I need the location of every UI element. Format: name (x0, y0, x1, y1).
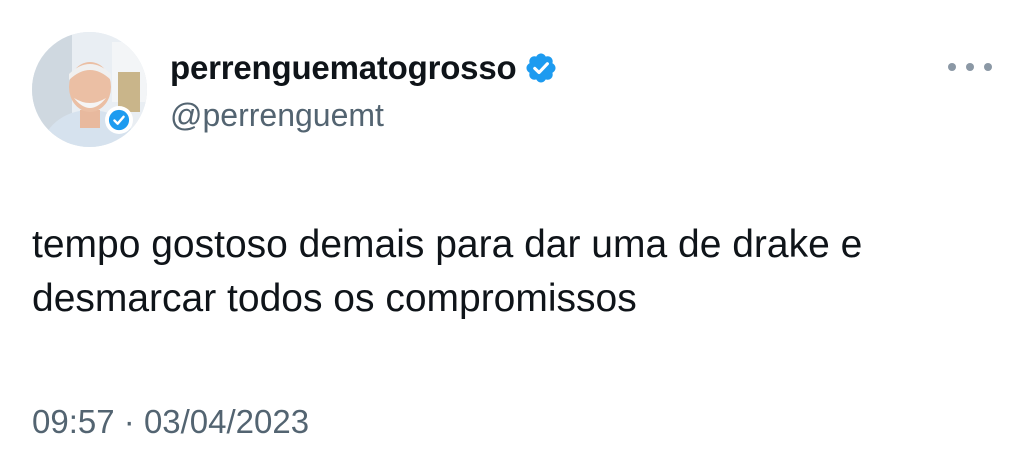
tweet-text-line: tempo gostoso demais para dar uma de dra… (32, 223, 863, 266)
display-name[interactable]: perrenguematogrosso (170, 46, 517, 90)
more-options-icon[interactable] (948, 55, 992, 79)
verified-badge-icon (524, 51, 558, 85)
tweet-text-line: desmarcar todos os compromissos (32, 277, 637, 320)
more-dot (984, 63, 992, 71)
more-dot (948, 63, 956, 71)
author-handle[interactable]: @perrenguemt (170, 95, 384, 135)
author-name-row[interactable]: perrenguematogrosso (170, 46, 558, 90)
more-dot (966, 63, 974, 71)
avatar-verified-icon (105, 106, 133, 134)
tweet-card: perrenguematogrosso @perrenguemt tempo g… (0, 0, 1024, 474)
tweet-date: 03/04/2023 (143, 403, 310, 440)
tweet-text: tempo gostoso demais para dar uma de dra… (32, 218, 992, 326)
meta-separator: · (123, 403, 135, 440)
tweet-timestamp[interactable]: 09:57 · 03/04/2023 (32, 400, 309, 444)
tweet-time: 09:57 (32, 403, 115, 440)
